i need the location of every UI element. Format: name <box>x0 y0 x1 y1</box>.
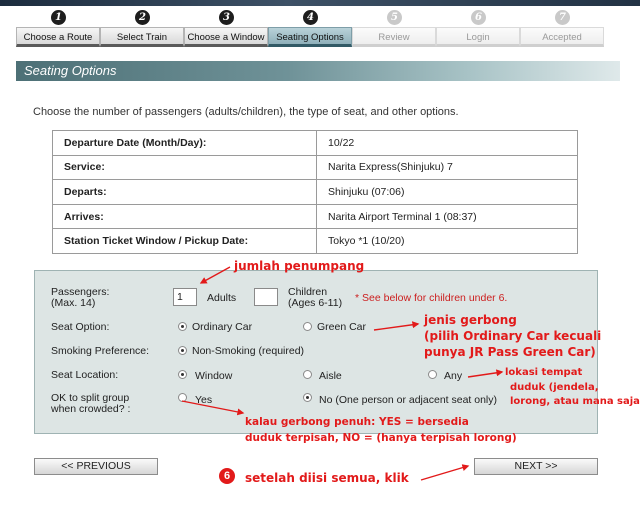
step-number: 3 <box>219 10 234 25</box>
annotation-car-type: jenis gerbong <box>424 313 517 327</box>
step-select-train[interactable]: 2 Select Train <box>100 8 184 48</box>
step-label: Login <box>436 27 520 47</box>
row-value: Narita Airport Terminal 1 (08:37) <box>316 203 578 230</box>
annotation-location-3: lorong, atau mana saja) <box>510 396 640 407</box>
table-row: Station Ticket Window / Pickup Date: Tok… <box>52 228 578 254</box>
split-group-label-2: when crowded? : <box>51 403 131 415</box>
previous-button[interactable]: << PREVIOUS <box>34 458 158 475</box>
annotation-passengers: jumlah penumpang <box>234 259 365 273</box>
step-accepted: 7 Accepted <box>520 8 604 48</box>
table-row: Service: Narita Express(Shinjuku) 7 <box>52 154 578 181</box>
split-yes-radio[interactable] <box>178 393 187 402</box>
row-label: Departs: <box>52 179 317 205</box>
step-label: Review <box>352 27 436 47</box>
row-label: Arrives: <box>52 203 317 230</box>
table-row: Departs: Shinjuku (07:06) <box>52 179 578 205</box>
row-value: Narita Express(Shinjuku) 7 <box>316 154 578 181</box>
non-smoking-radio[interactable] <box>178 346 187 355</box>
split-no-label[interactable]: No (One person or adjacent seat only) <box>319 394 497 406</box>
step-number: 1 <box>51 10 66 25</box>
annotation-car-type-3: punya JR Pass Green Car) <box>424 345 596 359</box>
split-no-radio[interactable] <box>303 393 312 402</box>
adults-label: Adults <box>207 292 237 304</box>
annotation-location-2: duduk (jendela, <box>510 382 599 393</box>
step-label: Choose a Window <box>184 27 268 47</box>
aisle-radio[interactable] <box>303 370 312 379</box>
step-label: Seating Options <box>268 27 352 47</box>
row-label: Station Ticket Window / Pickup Date: <box>52 228 317 254</box>
intro-text: Choose the number of passengers (adults/… <box>33 106 459 118</box>
step-number: 6 <box>471 10 486 25</box>
top-banner <box>0 0 640 6</box>
seat-location-label: Seat Location: <box>51 369 119 381</box>
annotation-split: kalau gerbong penuh: YES = bersedia <box>245 416 469 428</box>
seat-option-label: Seat Option: <box>51 321 110 333</box>
step-choose-window[interactable]: 3 Choose a Window <box>184 8 268 48</box>
annotation-click: setelah diisi semua, klik <box>245 471 409 485</box>
table-row: Arrives: Narita Airport Terminal 1 (08:3… <box>52 203 578 230</box>
any-radio[interactable] <box>428 370 437 379</box>
adults-input[interactable]: 1 <box>173 288 197 306</box>
any-label[interactable]: Any <box>444 370 462 382</box>
step-label: Accepted <box>520 27 604 47</box>
step-login: 6 Login <box>436 8 520 48</box>
arrow-to-next <box>420 464 470 481</box>
annotation-car-type-2: (pilih Ordinary Car kecuali <box>424 329 602 343</box>
step-number: 2 <box>135 10 150 25</box>
annotation-split-2: duduk terpisah, NO = (hanya terpisah lor… <box>245 432 517 444</box>
seat-ordinary-radio[interactable] <box>178 322 187 331</box>
row-value: 10/22 <box>316 130 578 156</box>
split-yes-label[interactable]: Yes <box>195 394 212 406</box>
step-seating-options: 4 Seating Options <box>268 8 352 48</box>
seat-green-label[interactable]: Green Car <box>317 321 366 333</box>
window-label[interactable]: Window <box>195 370 232 382</box>
passengers-max-label: (Max. 14) <box>51 297 96 309</box>
step-review: 5 Review <box>352 8 436 48</box>
children-input[interactable] <box>254 288 278 306</box>
step-choose-route[interactable]: 1 Choose a Route <box>16 8 100 48</box>
step-number: 5 <box>387 10 402 25</box>
step-label: Select Train <box>100 27 184 47</box>
annotation-location: lokasi tempat <box>505 367 583 378</box>
step-label: Choose a Route <box>16 27 100 47</box>
step-number: 7 <box>555 10 570 25</box>
smoking-label: Smoking Preference: <box>51 345 150 357</box>
non-smoking-label[interactable]: Non-Smoking (required) <box>192 345 304 357</box>
children-ages-label: (Ages 6-11) <box>288 297 343 309</box>
seat-green-radio[interactable] <box>303 322 312 331</box>
row-value: Tokyo *1 (10/20) <box>316 228 578 254</box>
next-button[interactable]: NEXT >> <box>474 458 598 475</box>
aisle-label[interactable]: Aisle <box>319 370 342 382</box>
booking-steps: 1 Choose a Route 2 Select Train 3 Choose… <box>16 8 604 48</box>
row-value: Shinjuku (07:06) <box>316 179 578 205</box>
annotation-step-number: 6 <box>219 468 235 484</box>
children-note: * See below for children under 6. <box>355 292 508 304</box>
seat-ordinary-label[interactable]: Ordinary Car <box>192 321 252 333</box>
table-row: Departure Date (Month/Day): 10/22 <box>52 130 578 156</box>
window-radio[interactable] <box>178 370 187 379</box>
trip-details-table: Departure Date (Month/Day): 10/22 Servic… <box>52 130 578 254</box>
step-number: 4 <box>303 10 318 25</box>
section-title: Seating Options <box>16 61 620 81</box>
row-label: Departure Date (Month/Day): <box>52 130 317 156</box>
row-label: Service: <box>52 154 317 181</box>
